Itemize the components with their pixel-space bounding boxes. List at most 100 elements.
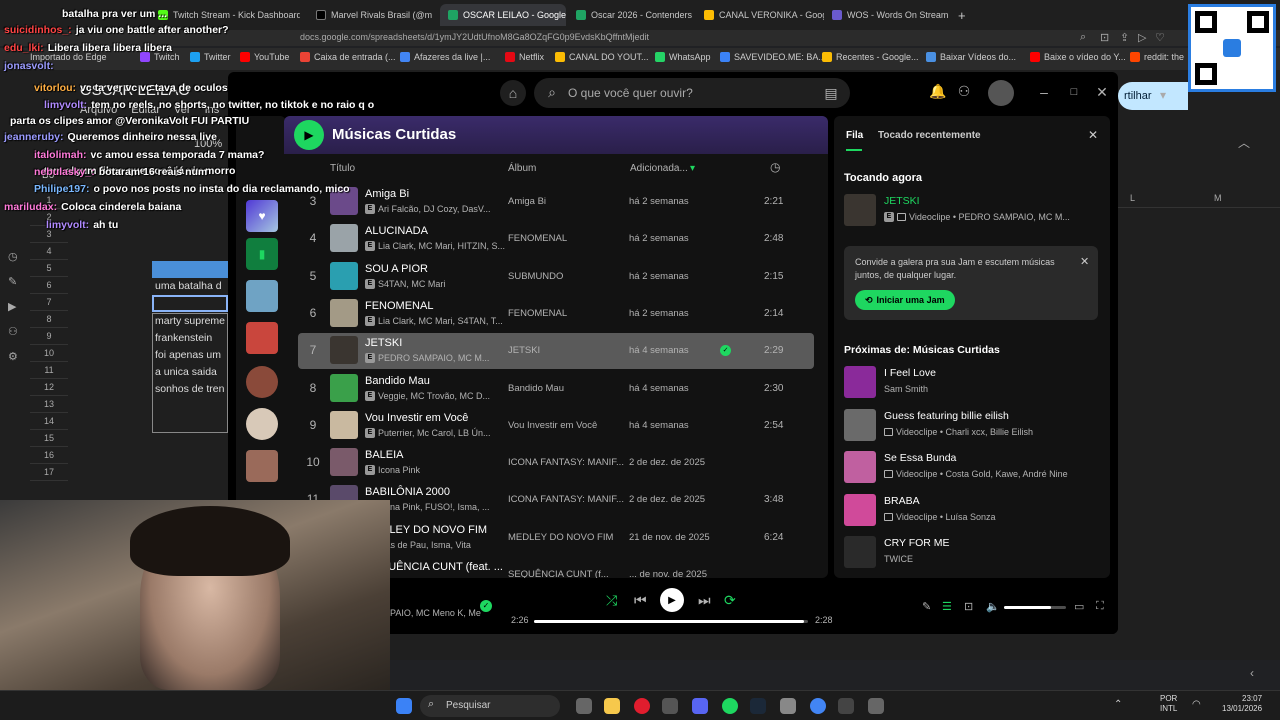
avatar[interactable] — [988, 80, 1014, 106]
now-playing-item[interactable]: JETSKI E Videoclipe • PEDRO SAMPAIO, MC M… — [844, 192, 1104, 228]
row-number[interactable]: 16 — [30, 447, 68, 464]
chat-username[interactable]: Philipe197: — [34, 183, 89, 195]
bookmark-item[interactable]: Afazeres da live |... — [400, 52, 490, 62]
track-album[interactable]: Vou Investir em Você — [508, 420, 597, 431]
track-title[interactable]: Amiga Bi — [365, 188, 409, 200]
track-title[interactable]: FENOMENAL — [365, 300, 433, 312]
chat-username[interactable]: vitorlou: — [34, 82, 76, 94]
row-number[interactable]: 10 — [30, 345, 68, 362]
now-playing-artists[interactable]: PAIO, MC Meno K, Me — [390, 608, 481, 618]
track-artists[interactable]: E Puterrier, Mc Carol, LB Ún... — [365, 427, 491, 438]
close-jam-icon[interactable]: ✕ — [1080, 255, 1089, 268]
queue-item[interactable]: I Feel Love Sam Smith — [844, 364, 1104, 400]
progress-bar[interactable] — [534, 620, 808, 623]
track-album[interactable]: ICONA FANTASY: MANIF... — [508, 494, 624, 505]
track-row[interactable]: 9 Vou Investir em Você E Puterrier, Mc Caro… — [298, 408, 814, 444]
track-artists[interactable]: E Veggie, MC Trovão, MC D... — [365, 390, 490, 401]
collapse-toolbar-icon[interactable]: ︿ — [1238, 134, 1250, 151]
row-number[interactable]: 6 — [30, 277, 68, 294]
track-album[interactable]: Bandido Mau — [508, 383, 564, 394]
track-row[interactable]: 8 Bandido Mau E Veggie, MC Trovão, MC D... B… — [298, 371, 814, 407]
track-album[interactable]: Amiga Bi — [508, 196, 546, 207]
track-album[interactable]: FENOMENAL — [508, 233, 567, 244]
connect-device-icon[interactable]: ⊡ — [964, 600, 973, 613]
track-title[interactable]: ALUCINADA — [365, 225, 428, 237]
header-cell[interactable] — [152, 261, 228, 278]
home-icon[interactable]: ⌂ — [500, 80, 526, 106]
track-artists[interactable]: E S4TAN, MC Mari — [365, 278, 445, 289]
chat-username[interactable]: limyvolt: — [44, 99, 87, 111]
fullscreen-icon[interactable]: ⛶ — [1096, 600, 1104, 613]
file-explorer-icon[interactable] — [604, 698, 620, 714]
queue-item[interactable]: CRY FOR ME TWICE — [844, 534, 1104, 570]
bookmark-item[interactable]: reddit: the — [1130, 52, 1184, 62]
repeat-icon[interactable]: ⟳ — [724, 592, 736, 609]
history-icon[interactable]: ◷ — [8, 250, 18, 263]
library-playlist[interactable] — [246, 450, 278, 482]
cast-icon[interactable]: ▷ — [1138, 31, 1146, 44]
chat-username[interactable]: jeanneruby: — [4, 131, 64, 143]
row-number[interactable]: 7 — [30, 294, 68, 311]
opera-icon[interactable] — [634, 698, 650, 714]
column-header[interactable]: M — [1214, 193, 1222, 203]
discord-icon[interactable] — [692, 698, 708, 714]
wifi-icon[interactable]: ◠ — [1192, 699, 1201, 710]
track-title[interactable]: BABILÔNIA 2000 — [365, 486, 450, 498]
comment-icon[interactable]: ✎ — [8, 275, 18, 288]
track-row[interactable]: 3 Amiga Bi E Ari Falcão, DJ Cozy, DasV... Am… — [298, 184, 814, 220]
extension-icon[interactable]: ⊡ — [1100, 31, 1109, 44]
spotify-icon[interactable] — [722, 698, 738, 714]
sheet-tabs-scroll-icon[interactable]: ‹ — [1250, 666, 1254, 680]
track-artists[interactable]: E Icona Pink — [365, 465, 420, 476]
queue-item[interactable]: Guess featuring billie eilish Videoclipe … — [844, 407, 1104, 443]
app-icon[interactable] — [838, 698, 854, 714]
row-number[interactable]: 9 — [30, 328, 68, 345]
people-icon[interactable]: ⚇ — [8, 325, 18, 338]
friend-activity-icon[interactable]: ⚇ — [956, 83, 972, 99]
miniplayer-icon[interactable]: ▭ — [1074, 600, 1084, 613]
saved-episodes-icon[interactable]: ▮ — [246, 238, 278, 270]
browser-tab[interactable]: Oscar 2026 - Contenders — [568, 4, 696, 26]
task-view-icon[interactable] — [576, 698, 592, 714]
track-row[interactable]: 4 ALUCINADA E Lia Clark, MC Mari, HITZIN, S… — [298, 221, 814, 257]
track-album[interactable]: ICONA FANTASY: MANIF... — [508, 457, 624, 468]
bookmark-item[interactable]: Baixar Vídeos do... — [926, 52, 1016, 62]
track-album[interactable]: MEDLEY DO NOVO FIM — [508, 532, 613, 543]
track-artists[interactable]: E Lia Clark, MC Mari, HITZIN, S... — [365, 241, 505, 252]
video-icon[interactable]: ▶ — [8, 300, 18, 313]
share-icon[interactable]: ⇪ — [1120, 31, 1129, 44]
chat-username[interactable]: mariludax: — [4, 201, 57, 213]
row-number[interactable]: 13 — [30, 396, 68, 413]
liked-check-icon[interactable]: ✓ — [720, 345, 731, 357]
liked-check-icon[interactable]: ✓ — [480, 600, 492, 612]
chrome-icon[interactable] — [810, 698, 826, 714]
row-number[interactable]: 14 — [30, 413, 68, 430]
library-artist[interactable] — [246, 366, 278, 398]
app-icon[interactable] — [780, 698, 796, 714]
track-row[interactable]: 6 FENOMENAL E Lia Clark, MC Mari, S4TAN, T.… — [298, 296, 814, 332]
sheet-cell[interactable]: uma batalha d — [152, 278, 232, 295]
track-album[interactable]: SEQUÊNCIA CUNT (f... — [508, 569, 609, 578]
maximize-icon[interactable]: □ — [1066, 84, 1082, 100]
row-number[interactable]: 4 — [30, 243, 68, 260]
settings-icon[interactable] — [868, 698, 884, 714]
browser-tab[interactable]: WOS - Words On Stream — [824, 4, 952, 26]
lyrics-icon[interactable]: ✎ — [922, 600, 931, 613]
app-icon[interactable] — [662, 698, 678, 714]
track-row[interactable]: 5 SOU A PIOR E S4TAN, MC Mari SUBMUNDO há 2 s… — [298, 259, 814, 295]
tray-chevron-icon[interactable]: ⌃ — [1114, 699, 1122, 710]
bookmark-star-icon[interactable]: ♡ — [1155, 31, 1165, 44]
track-title[interactable]: SOU A PIOR — [365, 263, 428, 275]
tab-queue[interactable]: Fila — [846, 130, 863, 141]
library-artist[interactable] — [246, 408, 278, 440]
shuffle-icon[interactable]: ⤮ — [606, 592, 617, 609]
steam-icon[interactable] — [750, 698, 766, 714]
bookmark-item[interactable]: Recentes - Google... — [822, 52, 919, 62]
chat-username[interactable]: edu_lki: — [4, 42, 44, 54]
queue-item[interactable]: Se Essa Bunda Videoclipe • Costa Gold, Ka… — [844, 449, 1104, 485]
share-dropdown-icon[interactable]: ▾ — [1160, 88, 1166, 102]
row-number[interactable]: 15 — [30, 430, 68, 447]
notifications-icon[interactable]: 🔔 — [929, 83, 946, 99]
track-title[interactable]: Vou Investir em Você — [365, 412, 468, 424]
browser-tab[interactable]: Marvel Rivals Brasil (@m — [308, 4, 436, 26]
